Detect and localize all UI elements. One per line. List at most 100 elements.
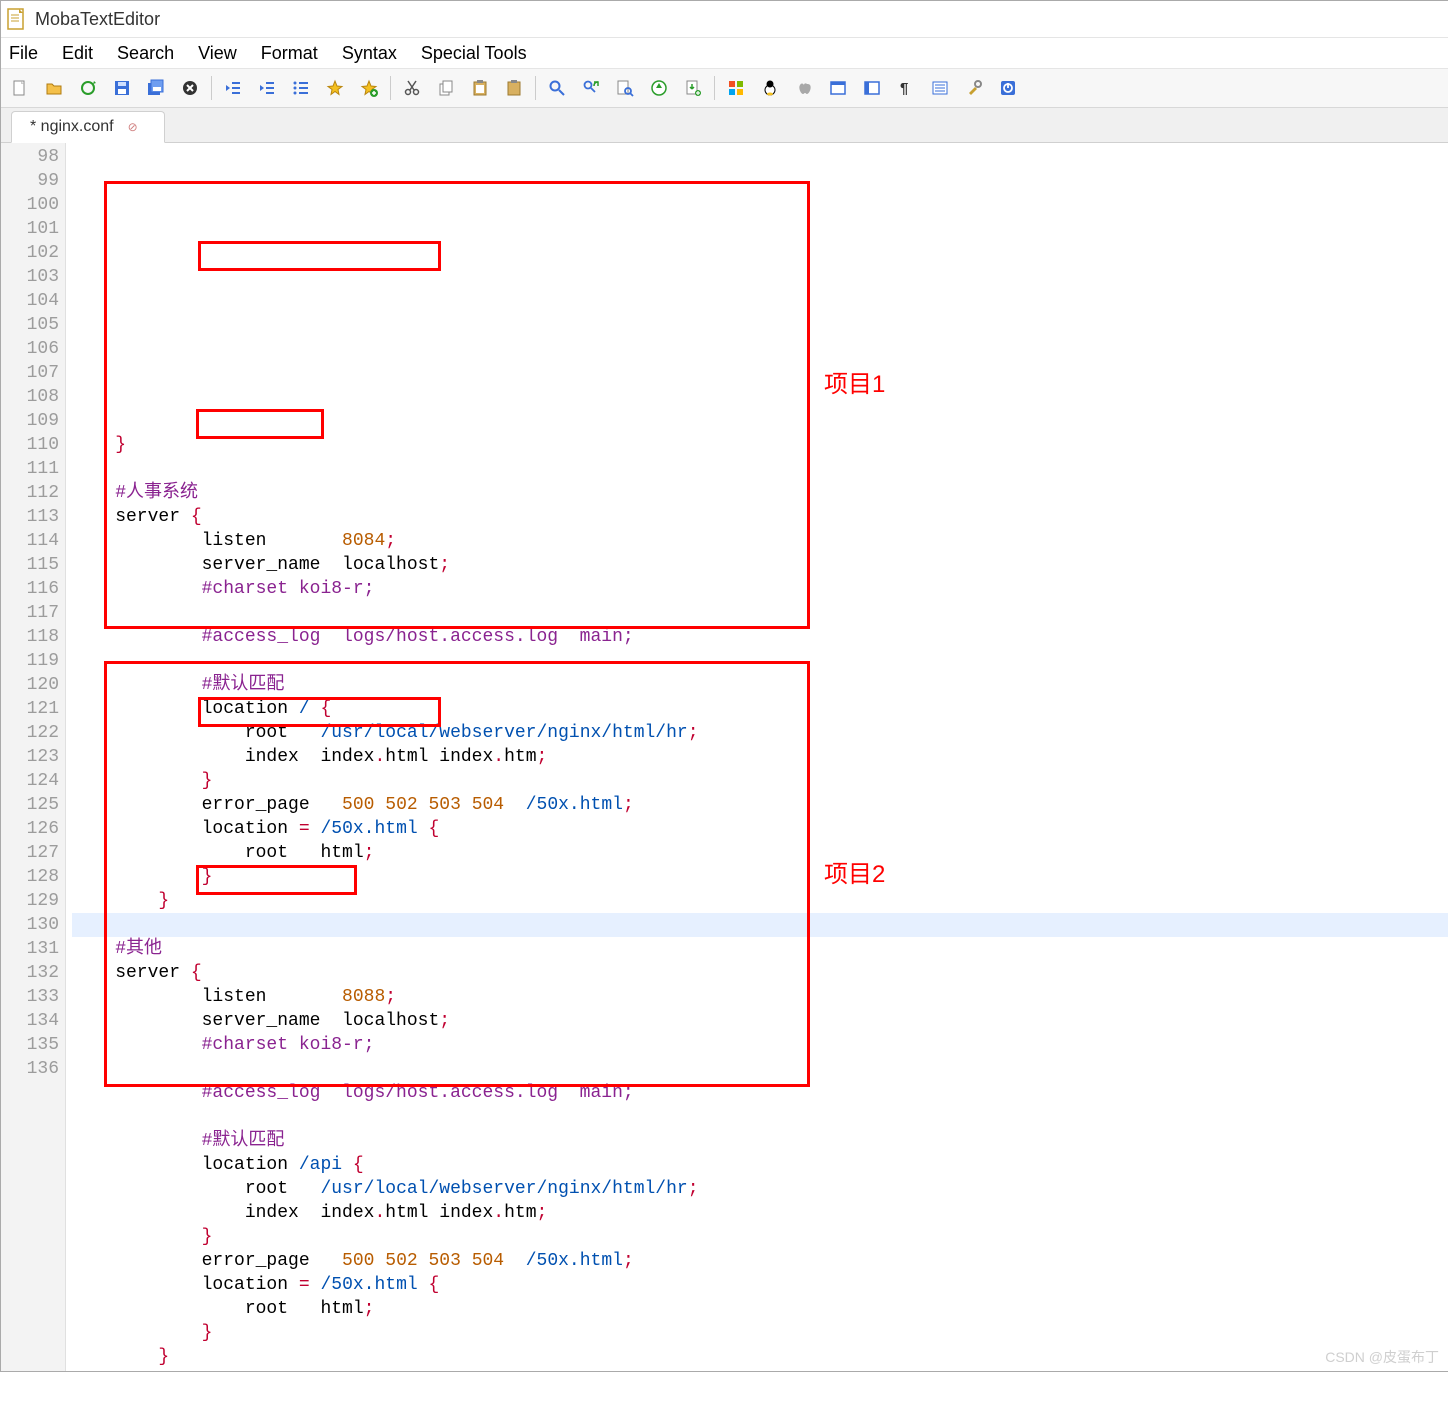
line-number: 104 bbox=[1, 289, 59, 313]
line-number: 126 bbox=[1, 817, 59, 841]
line-number: 118 bbox=[1, 625, 59, 649]
download-icon[interactable] bbox=[678, 73, 708, 103]
code-line[interactable]: } bbox=[72, 1345, 1448, 1369]
code-line[interactable]: listen 8084; bbox=[72, 529, 1448, 553]
code-line[interactable]: #人事系统 bbox=[72, 481, 1448, 505]
code-line[interactable]: root /usr/local/webserver/nginx/html/hr; bbox=[72, 1177, 1448, 1201]
code-line[interactable]: location /api { bbox=[72, 1153, 1448, 1177]
toggle-sidebar-icon[interactable] bbox=[857, 73, 887, 103]
code-line[interactable]: index index.html index.htm; bbox=[72, 745, 1448, 769]
svg-text:¶: ¶ bbox=[900, 80, 908, 97]
line-number: 98 bbox=[1, 145, 59, 169]
apple-icon[interactable] bbox=[789, 73, 819, 103]
code-line[interactable]: } bbox=[72, 1321, 1448, 1345]
find-in-files-icon[interactable] bbox=[610, 73, 640, 103]
code-line[interactable]: root html; bbox=[72, 1297, 1448, 1321]
menu-search[interactable]: Search bbox=[117, 43, 174, 64]
code-line[interactable]: server { bbox=[72, 961, 1448, 985]
windows-icon[interactable] bbox=[721, 73, 751, 103]
toolbar-separator bbox=[211, 76, 212, 100]
outdent-icon[interactable] bbox=[218, 73, 248, 103]
paste-icon[interactable] bbox=[465, 73, 495, 103]
code-line[interactable] bbox=[72, 649, 1448, 673]
code-line[interactable]: server_name localhost; bbox=[72, 553, 1448, 577]
pilcrow-icon[interactable]: ¶ bbox=[891, 73, 921, 103]
code-line[interactable]: index index.html index.htm; bbox=[72, 1201, 1448, 1225]
code-line[interactable]: listen 8088; bbox=[72, 985, 1448, 1009]
list-icon[interactable] bbox=[286, 73, 316, 103]
toggle-panel-icon[interactable] bbox=[823, 73, 853, 103]
line-number: 110 bbox=[1, 433, 59, 457]
line-number: 130 bbox=[1, 913, 59, 937]
line-number: 100 bbox=[1, 193, 59, 217]
cut-icon[interactable] bbox=[397, 73, 427, 103]
toolbar-separator bbox=[390, 76, 391, 100]
goto-icon[interactable] bbox=[644, 73, 674, 103]
app-icon bbox=[7, 8, 27, 30]
line-number: 99 bbox=[1, 169, 59, 193]
code-line[interactable]: #默认匹配 bbox=[72, 1129, 1448, 1153]
code-line[interactable]: } bbox=[72, 889, 1448, 913]
toolbar-separator bbox=[535, 76, 536, 100]
code-line[interactable] bbox=[72, 1105, 1448, 1129]
menu-format[interactable]: Format bbox=[261, 43, 318, 64]
indent-icon[interactable] bbox=[252, 73, 282, 103]
menu-view[interactable]: View bbox=[198, 43, 237, 64]
close-icon[interactable] bbox=[175, 73, 205, 103]
code-line[interactable]: #access_log logs/host.access.log main; bbox=[72, 1081, 1448, 1105]
new-file-icon[interactable] bbox=[5, 73, 35, 103]
open-file-icon[interactable] bbox=[39, 73, 69, 103]
code-line[interactable]: location = /50x.html { bbox=[72, 1273, 1448, 1297]
code-line[interactable]: server { bbox=[72, 505, 1448, 529]
editor-window: MobaTextEditor File Edit Search View Format S… bbox=[0, 0, 1448, 1372]
tab-label: * nginx.conf bbox=[30, 118, 114, 136]
find-replace-icon[interactable] bbox=[576, 73, 606, 103]
save-icon[interactable] bbox=[107, 73, 137, 103]
toolbar: ¶ bbox=[1, 69, 1448, 108]
bookmark-icon[interactable] bbox=[320, 73, 350, 103]
menu-file[interactable]: File bbox=[9, 43, 38, 64]
code-content[interactable]: 项目1 项目2 } #人事系统 server { listen 8084; se… bbox=[66, 143, 1448, 1371]
code-line[interactable]: root html; bbox=[72, 841, 1448, 865]
code-line[interactable]: location = /50x.html { bbox=[72, 817, 1448, 841]
code-line[interactable] bbox=[72, 601, 1448, 625]
code-line[interactable]: #其他 bbox=[72, 937, 1448, 961]
code-line[interactable]: #charset koi8-r; bbox=[72, 577, 1448, 601]
menu-edit[interactable]: Edit bbox=[62, 43, 93, 64]
code-line[interactable] bbox=[72, 457, 1448, 481]
tab-nginx-conf[interactable]: * nginx.conf ⊘ bbox=[11, 111, 165, 143]
code-line[interactable]: } bbox=[72, 865, 1448, 889]
tab-close-icon[interactable]: ⊘ bbox=[128, 120, 138, 134]
code-line[interactable]: error_page 500 502 503 504 /50x.html; bbox=[72, 1249, 1448, 1273]
clipboard-icon[interactable] bbox=[499, 73, 529, 103]
tux-icon[interactable] bbox=[755, 73, 785, 103]
list-view-icon[interactable] bbox=[925, 73, 955, 103]
power-icon[interactable] bbox=[993, 73, 1023, 103]
menu-syntax[interactable]: Syntax bbox=[342, 43, 397, 64]
reload-icon[interactable] bbox=[73, 73, 103, 103]
code-line[interactable] bbox=[72, 913, 1448, 937]
bookmark-add-icon[interactable] bbox=[354, 73, 384, 103]
code-line[interactable] bbox=[72, 1057, 1448, 1081]
code-line[interactable]: } bbox=[72, 1225, 1448, 1249]
line-number: 120 bbox=[1, 673, 59, 697]
code-line[interactable]: #默认匹配 bbox=[72, 673, 1448, 697]
line-number: 107 bbox=[1, 361, 59, 385]
code-line[interactable]: } bbox=[72, 433, 1448, 457]
code-line[interactable]: error_page 500 502 503 504 /50x.html; bbox=[72, 793, 1448, 817]
find-icon[interactable] bbox=[542, 73, 572, 103]
copy-icon[interactable] bbox=[431, 73, 461, 103]
save-all-icon[interactable] bbox=[141, 73, 171, 103]
line-number: 135 bbox=[1, 1033, 59, 1057]
menu-special-tools[interactable]: Special Tools bbox=[421, 43, 527, 64]
code-line[interactable]: } bbox=[72, 769, 1448, 793]
code-line[interactable]: root /usr/local/webserver/nginx/html/hr; bbox=[72, 721, 1448, 745]
app-title: MobaTextEditor bbox=[35, 9, 160, 30]
tools-icon[interactable] bbox=[959, 73, 989, 103]
editor-area[interactable]: 9899100101102103104105106107108109110111… bbox=[1, 143, 1448, 1371]
code-line[interactable]: #access_log logs/host.access.log main; bbox=[72, 625, 1448, 649]
line-number: 109 bbox=[1, 409, 59, 433]
code-line[interactable]: server_name localhost; bbox=[72, 1009, 1448, 1033]
code-line[interactable]: location / { bbox=[72, 697, 1448, 721]
code-line[interactable]: #charset koi8-r; bbox=[72, 1033, 1448, 1057]
